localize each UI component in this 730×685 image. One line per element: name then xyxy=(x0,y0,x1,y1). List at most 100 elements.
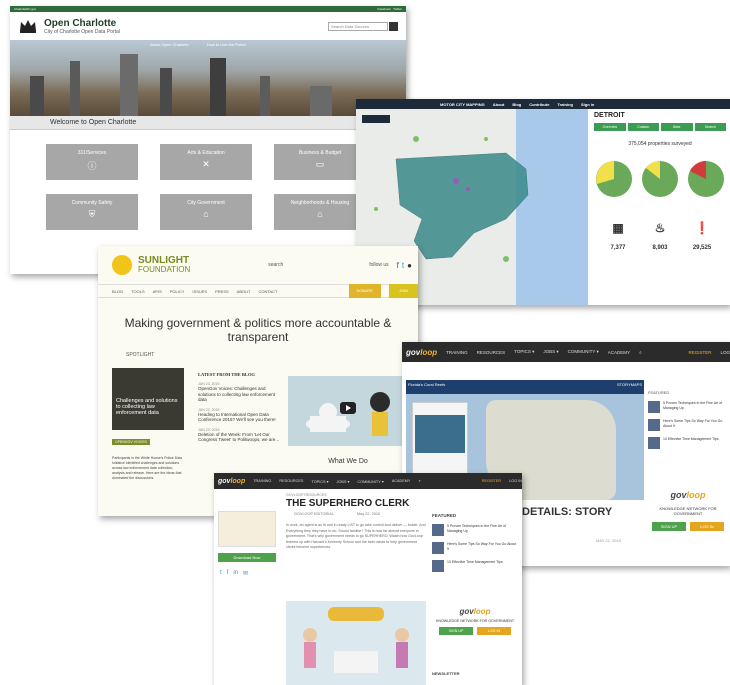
login-link[interactable]: LOG IN xyxy=(509,479,522,483)
register-link[interactable]: REGISTER xyxy=(688,350,711,355)
alert-icon: ❗ xyxy=(694,221,710,235)
tile-neighborhoods-housing[interactable]: Neighborhoods & Housing ⌂ xyxy=(274,194,366,230)
author-name[interactable]: GOVLOOP EDITORIAL xyxy=(294,512,334,516)
signup-button[interactable]: SIGN UP xyxy=(652,522,686,531)
tile-311-services[interactable]: 311/Services ⓘ xyxy=(46,144,138,180)
list-item[interactable]: 10 Effective Time Management Tips xyxy=(648,437,728,449)
govloop-logo[interactable]: govloop xyxy=(432,607,518,616)
govloop-logo[interactable]: govloop xyxy=(648,490,728,500)
nav-about[interactable]: About xyxy=(493,102,505,107)
nav-contact[interactable]: CONTACT xyxy=(258,289,277,294)
signup-button[interactable]: SIGN UP xyxy=(439,627,473,635)
list-item[interactable]: Here's Some Tips So Way For You Go About… xyxy=(648,419,728,431)
search-button[interactable] xyxy=(389,21,398,31)
list-item[interactable]: JUN 22, 2015 Heading to International Op… xyxy=(198,408,280,423)
tile-city-government[interactable]: City Government ⌂ xyxy=(160,194,252,230)
nav-training[interactable]: TRAINING xyxy=(253,479,271,483)
search-icon[interactable]: ⌕ xyxy=(418,479,420,483)
site-title[interactable]: Open Charlotte xyxy=(44,18,120,29)
list-item[interactable]: Here's Some Tips So Way For You Go About… xyxy=(432,542,518,554)
sunlight-logo[interactable]: SUNLIGHT FOUNDATION xyxy=(138,256,190,275)
nav-blog[interactable]: BLOG xyxy=(112,289,123,294)
detroit-brand[interactable]: MOTOR CITY MAPPING xyxy=(440,102,485,107)
list-item[interactable]: 5 Proven Techniques in the Fine Art of M… xyxy=(648,401,728,413)
tile-business-budget[interactable]: Business & Budget ▭ xyxy=(274,144,366,180)
search-input[interactable]: Search Data Sources xyxy=(328,21,388,31)
nav-resources[interactable]: RESOURCES xyxy=(279,479,303,483)
github-icon[interactable]: ● xyxy=(407,261,412,270)
blog-list: LATEST FROM THE BLOG JUN 23, 2015 OpenGo… xyxy=(198,372,280,443)
search-button[interactable]: Search xyxy=(694,123,726,131)
play-icon[interactable] xyxy=(340,402,356,414)
what-we-do-heading: What We Do xyxy=(328,458,368,465)
nav-topics[interactable]: TOPICS ▾ xyxy=(311,479,328,484)
list-item[interactable]: JUN 23, 2015 OpenGov Voices: Challenges … xyxy=(198,382,280,403)
join-button[interactable]: JOIN xyxy=(388,284,418,298)
tile-community-safety[interactable]: Community Safety ⛨ xyxy=(46,194,138,230)
custom-button[interactable]: Custom xyxy=(627,123,659,131)
nav-apis[interactable]: APIS xyxy=(153,289,162,294)
nav-community[interactable]: COMMUNITY ▾ xyxy=(357,479,383,484)
login-link[interactable]: LOG xyxy=(720,350,730,355)
story-date: MAY 22, 2015 xyxy=(596,538,621,543)
map-brand: STORYMAPS xyxy=(617,382,642,387)
twitter-link[interactable]: Twitter xyxy=(393,7,402,11)
nav-academy[interactable]: ACADEMY xyxy=(392,479,411,483)
nav-jobs[interactable]: JOBS ▾ xyxy=(543,349,558,355)
charlotte-gov-link[interactable]: CharlotteNC.gov xyxy=(14,7,36,11)
nav-topics[interactable]: TOPICS ▾ xyxy=(514,349,534,355)
beta-button[interactable]: Beta xyxy=(661,123,693,131)
spotlight-card[interactable]: Challenges and solutions to collecting l… xyxy=(112,368,184,430)
linkedin-icon[interactable]: in xyxy=(233,570,238,577)
nav-policy[interactable]: POLICY xyxy=(170,289,185,294)
nav-issues[interactable]: ISSUES xyxy=(192,289,207,294)
nav-blog[interactable]: Blog xyxy=(512,102,521,107)
video-player[interactable] xyxy=(288,376,408,446)
newsletter-heading: NEWSLETTER xyxy=(432,671,460,676)
donate-button[interactable]: DONATE xyxy=(348,284,381,298)
nav-jobs[interactable]: JOBS ▾ xyxy=(336,479,349,484)
govloop-logo[interactable]: govloop xyxy=(406,348,437,357)
nav-about[interactable]: ABOUT xyxy=(237,289,251,294)
nav-tools[interactable]: TOOLS xyxy=(131,289,145,294)
search-input[interactable]: search xyxy=(268,262,283,268)
spotlight-tag[interactable]: OPENGOV VOICES xyxy=(112,439,150,445)
breadcrumb[interactable]: GOVLOOP RESOURCES xyxy=(214,489,522,497)
list-item[interactable]: JUN 22, 2015 Deletion of the Week: From … xyxy=(198,428,280,443)
email-icon[interactable]: ✉ xyxy=(243,570,248,577)
blog-heading: LATEST FROM THE BLOG xyxy=(198,372,255,377)
nav-how-to[interactable]: How to Use the Portal xyxy=(207,42,246,47)
properties-surveyed: 375,054 properties surveyed xyxy=(628,141,692,147)
download-button[interactable]: Download Now xyxy=(218,553,276,562)
map-toolbar[interactable] xyxy=(362,115,390,123)
thumbnail xyxy=(432,542,444,554)
twitter-icon[interactable]: t xyxy=(402,261,404,270)
govloop-logo[interactable]: govloop xyxy=(218,478,245,485)
guide-thumbnail[interactable] xyxy=(218,511,276,547)
login-button[interactable]: LOG IN xyxy=(477,627,511,635)
nav-academy[interactable]: ACADEMY xyxy=(608,350,630,355)
facebook-link[interactable]: Facebook xyxy=(378,7,391,11)
houses-icon: ⌂ xyxy=(317,209,323,219)
nav-sign-in[interactable]: Sign in xyxy=(581,102,594,107)
nav-press[interactable]: PRESS xyxy=(215,289,229,294)
overview-button[interactable]: Overview xyxy=(594,123,626,131)
list-item[interactable]: 10 Effective Time Management Tips xyxy=(432,560,518,572)
facebook-icon[interactable]: f xyxy=(227,570,229,577)
nav-resources[interactable]: RESOURCES xyxy=(477,350,506,355)
nav-training[interactable]: Training xyxy=(557,102,573,107)
tile-arts-education[interactable]: Arts & Education ✕ xyxy=(160,144,252,180)
govloop-top-nav: govloop TRAINING RESOURCES TOPICS ▾ JOBS… xyxy=(214,473,522,489)
register-link[interactable]: REGISTER xyxy=(482,479,501,483)
nav-about[interactable]: About Open Charlotte xyxy=(150,42,189,47)
login-button[interactable]: LOG IN xyxy=(690,522,724,531)
nav-contribute[interactable]: Contribute xyxy=(529,102,549,107)
facebook-icon[interactable]: f xyxy=(397,261,399,270)
search-icon[interactable]: ⌕ xyxy=(639,350,642,355)
list-item[interactable]: 5 Proven Techniques in the Fine Art of M… xyxy=(432,524,518,536)
skyline-building xyxy=(70,61,80,116)
spotlight-title[interactable]: Challenges and solutions to collecting l… xyxy=(116,398,180,416)
nav-training[interactable]: TRAINING xyxy=(446,350,468,355)
twitter-icon[interactable]: t xyxy=(220,570,222,577)
nav-community[interactable]: COMMUNITY ▾ xyxy=(568,349,599,355)
